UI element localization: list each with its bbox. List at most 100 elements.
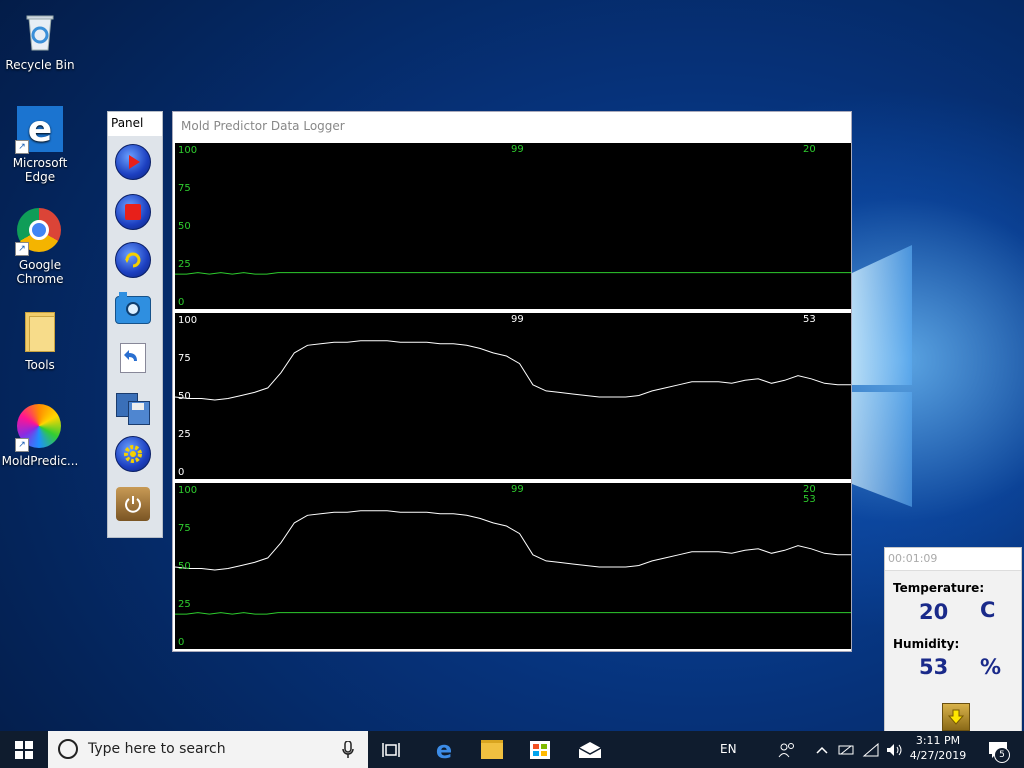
play-icon [115,144,151,180]
desktop-icon-label: Tools [25,358,55,372]
stop-icon [115,194,151,230]
play-button[interactable] [113,142,153,182]
import-button[interactable] [113,338,153,378]
windows-start-icon [15,740,33,759]
edge-icon: e ↗ [15,106,63,154]
camera-button[interactable] [113,290,153,330]
shortcut-arrow-icon: ↗ [15,140,29,154]
center-value-label: 99 [511,484,524,495]
temperature-label: Temperature: [893,581,985,595]
taskbar: Type here to search e EN 3:11 PM 4/27/20… [0,731,1024,768]
temperature-value: 20 [919,600,949,624]
search-box[interactable]: Type here to search [48,731,368,768]
shortcut-arrow-icon: ↗ [15,242,29,256]
volume-icon [887,743,902,756]
volume-tray[interactable] [884,731,906,768]
control-panel-window: Panel [107,111,163,538]
chevron-up-icon [816,746,828,754]
series-line [175,340,851,401]
y-tick-label: 0 [178,637,185,648]
power-icon [116,487,150,521]
network-tray[interactable] [860,731,882,768]
clock-time: 3:11 PM [915,734,961,747]
y-tick-label: 50 [178,391,191,402]
desktop-icon-label: Google Chrome [16,258,64,286]
taskbar-file-explorer[interactable] [472,731,512,768]
power-button[interactable] [113,484,153,524]
y-tick-label: 50 [178,221,191,232]
recycle-bin-icon [17,8,63,54]
desktop-icon-chrome[interactable]: ↗ Google Chrome [0,208,80,286]
desktop-icon-recycle-bin[interactable]: Recycle Bin [0,8,80,72]
sensor-widget: 00:01:09 Temperature: 20 C Humidity: 53 … [884,547,1022,735]
taskbar-edge[interactable]: e [424,731,464,768]
series-line [175,272,851,275]
desktop-icon-edge[interactable]: e ↗ Microsoft Edge [0,106,80,184]
desktop-icon-moldpredictor[interactable]: ↗ MoldPredic... [0,404,80,468]
y-tick-label: 25 [178,259,191,270]
collapse-button[interactable] [942,703,970,731]
plot-humidity: 100 75 50 25 0 99 53 [175,313,851,479]
edge-icon: e [435,735,453,764]
moldpredictor-icon: ↗ [15,404,63,452]
y-tick-label: 100 [178,145,198,156]
y-tick-label: 75 [178,353,191,364]
store-icon [530,740,550,759]
center-value-label: 99 [511,144,524,155]
humidity-label: Humidity: [893,637,960,651]
search-placeholder: Type here to search [88,741,226,757]
arrow-down-icon [947,709,965,725]
mail-icon [578,741,602,758]
chrome-icon: ↗ [15,208,63,256]
desktop-icon-label: Recycle Bin [5,58,75,72]
settings-button[interactable] [113,434,153,474]
show-hidden-icons-button[interactable] [812,731,832,768]
microphone-icon[interactable] [342,741,354,759]
data-logger-window: Mold Predictor Data Logger 100 75 50 25 0 99 2… [172,111,852,652]
humidity-value: 53 [919,655,949,679]
save-button[interactable] [113,388,153,428]
people-button[interactable] [776,731,798,768]
plot-temperature: 100 75 50 25 0 99 20 [175,143,851,309]
stop-button[interactable] [113,192,153,232]
y-tick-label: 75 [178,523,191,534]
folder-icon [17,308,63,354]
camera-icon [115,292,151,324]
y-tick-label: 0 [178,297,185,308]
y-tick-label: 25 [178,599,191,610]
notification-badge: 5 [994,747,1010,763]
series-line [175,612,851,615]
center-value-label: 99 [511,314,524,325]
y-tick-label: 25 [178,429,191,440]
language-indicator[interactable]: EN [720,731,737,768]
folder-icon [481,740,503,759]
action-center-button[interactable]: 5 [978,731,1018,768]
current-value-label: 53 [803,314,816,325]
taskbar-mail[interactable] [570,731,610,768]
people-icon [778,742,794,757]
shortcut-arrow-icon: ↗ [15,438,29,452]
y-tick-label: 100 [178,315,198,326]
battery-tray[interactable] [836,731,858,768]
taskbar-store[interactable] [520,731,560,768]
task-view-button[interactable] [372,731,412,768]
battery-icon [838,745,854,754]
search-circle-icon [58,739,78,759]
elapsed-timer: 00:01:09 [885,548,1021,571]
current-value-label: 20 [803,144,816,155]
temperature-unit: C [980,598,996,622]
window-title: Mold Predictor Data Logger [181,119,345,133]
wifi-icon [862,742,879,756]
gear-icon [115,436,151,472]
save-icon [116,393,150,425]
y-tick-label: 75 [178,183,191,194]
plot-canvas [175,510,851,615]
desktop-icon-tools[interactable]: Tools [0,308,80,372]
humidity-unit: % [980,655,1002,679]
y-tick-label: 50 [178,561,191,572]
refresh-button[interactable] [113,240,153,280]
start-button[interactable] [0,731,48,768]
clock[interactable]: 3:11 PM 4/27/2019 [908,733,968,763]
plot-combined: 100 75 50 25 0 99 20 53 [175,483,851,649]
desktop-icon-label: MoldPredic... [1,454,79,468]
